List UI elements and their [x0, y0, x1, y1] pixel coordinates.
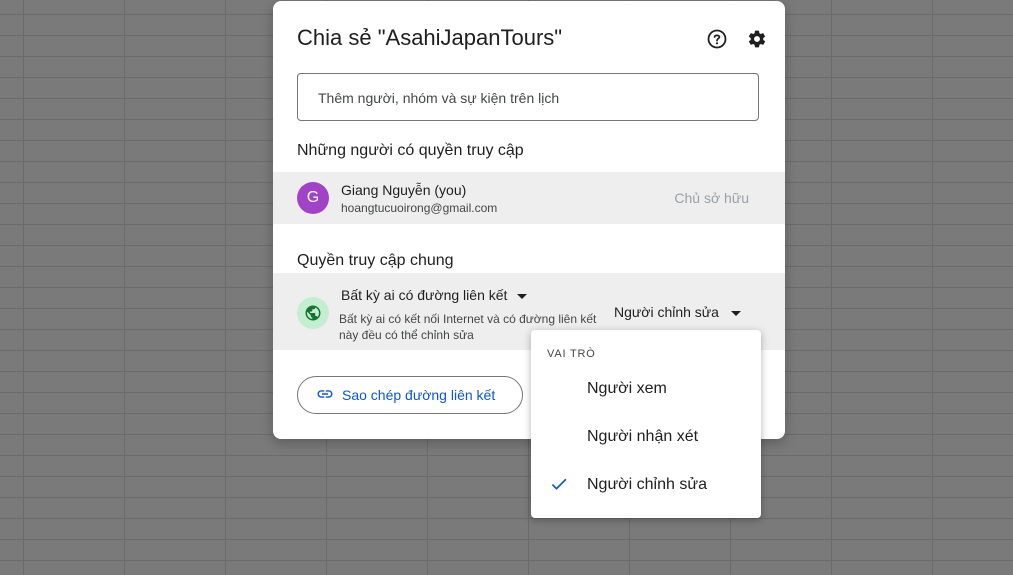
- copy-link-button[interactable]: Sao chép đường liên kết: [297, 376, 523, 414]
- add-people-placeholder: Thêm người, nhóm và sự kiện trên lịch: [318, 90, 560, 106]
- copy-link-label: Sao chép đường liên kết: [342, 387, 496, 403]
- general-access-title: Quyền truy cập chung: [297, 252, 454, 269]
- caret-down-icon: [730, 304, 741, 320]
- owner-role: Chủ sở hữu: [674, 190, 749, 206]
- menu-item-label: Người nhận xét: [587, 428, 699, 445]
- caret-down-icon: [517, 287, 528, 303]
- globe-icon: [297, 297, 329, 329]
- link-icon: [316, 385, 334, 406]
- people-section-title: Những người có quyền truy cập: [297, 142, 524, 159]
- general-access-label: Bất kỳ ai có đường liên kết: [341, 287, 508, 303]
- person-email: hoangtucuoirong@gmail.com: [341, 201, 498, 215]
- menu-item-label: Người xem: [587, 380, 667, 397]
- checkmark-icon: [549, 474, 569, 499]
- menu-item-editor[interactable]: Người chỉnh sửa: [531, 461, 761, 509]
- role-dropdown-label: Người chỉnh sửa: [614, 304, 719, 320]
- menu-item-commenter[interactable]: Người nhận xét: [531, 413, 761, 461]
- menu-item-viewer[interactable]: Người xem: [531, 365, 761, 413]
- help-icon[interactable]: [705, 27, 729, 51]
- person-name: Giang Nguyễn (you): [341, 182, 467, 198]
- role-menu-header: VAI TRÒ: [547, 348, 596, 360]
- settings-gear-icon[interactable]: [745, 27, 769, 51]
- role-menu: VAI TRÒ Người xem Người nhận xét Người c…: [531, 330, 761, 518]
- add-people-input[interactable]: Thêm người, nhóm và sự kiện trên lịch: [297, 73, 759, 121]
- role-dropdown[interactable]: Người chỉnh sửa: [614, 304, 741, 320]
- menu-item-label: Người chỉnh sửa: [587, 476, 707, 493]
- avatar-letter: G: [306, 189, 320, 206]
- dialog-title: Chia sẻ "AsahiJapanTours": [297, 25, 563, 50]
- general-access-dropdown[interactable]: Bất kỳ ai có đường liên kết: [341, 287, 528, 303]
- avatar: G: [297, 182, 329, 214]
